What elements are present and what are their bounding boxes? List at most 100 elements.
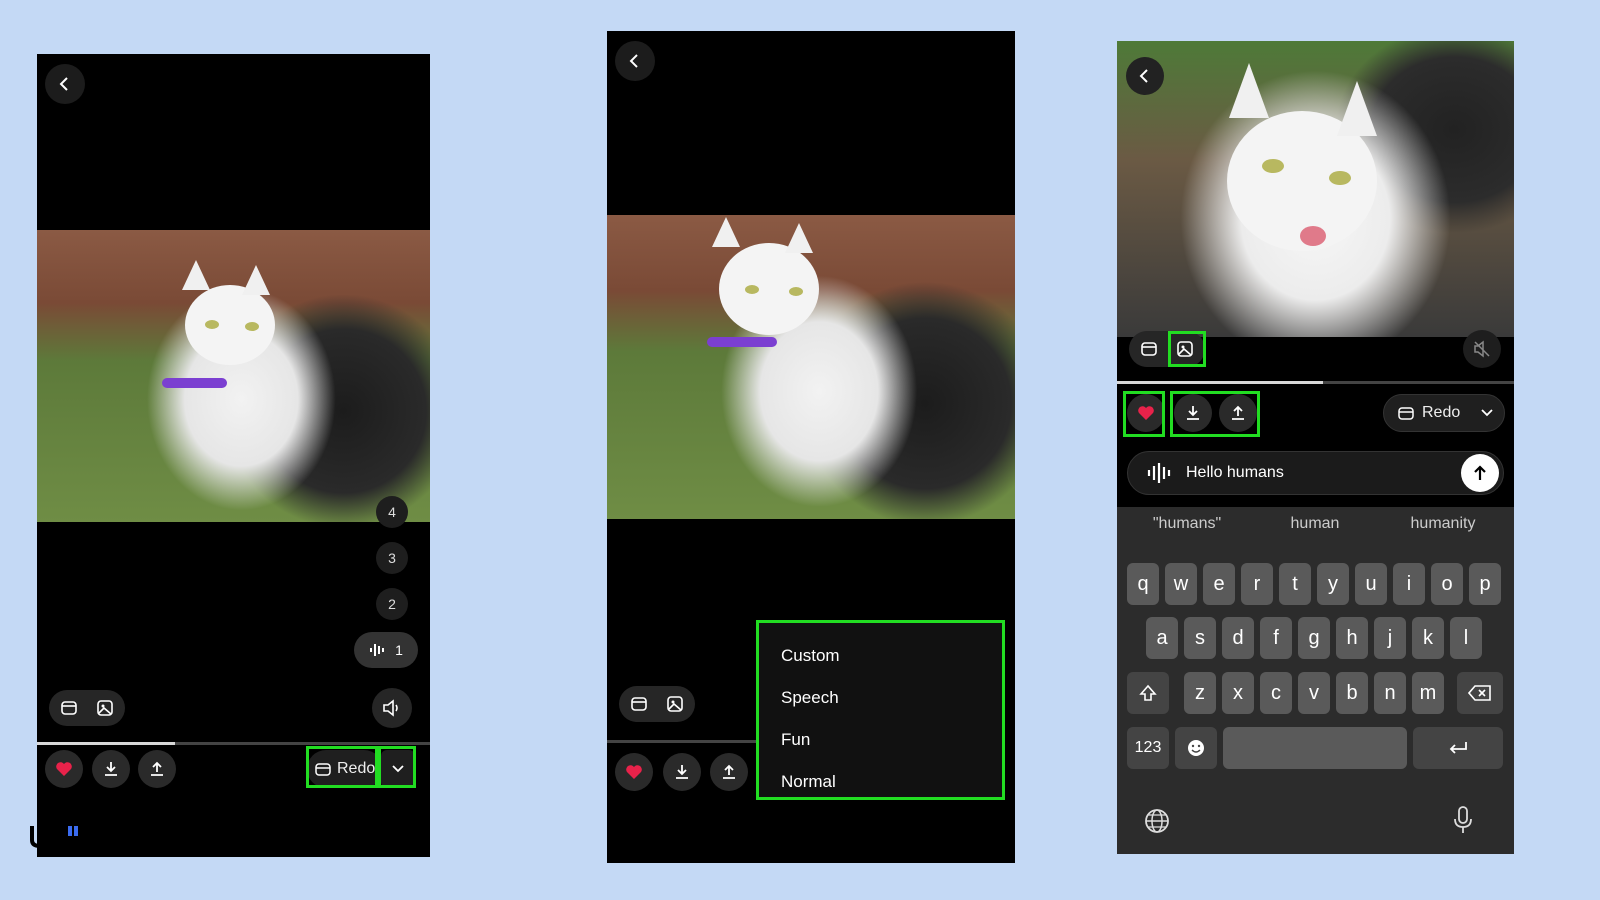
shift-icon	[1139, 684, 1157, 701]
phone-screen-3: Redo Hello humans "humans" human humanit…	[1117, 41, 1514, 854]
prompt-input[interactable]: Hello humans	[1127, 451, 1504, 495]
menu-item-fun[interactable]: Fun	[781, 719, 980, 761]
voice-option-1[interactable]: 1	[354, 632, 418, 668]
waveform-icon	[370, 644, 385, 656]
clip-icon[interactable]	[630, 695, 648, 713]
share-button[interactable]	[138, 750, 176, 788]
number-badge-4[interactable]: 4	[376, 496, 408, 528]
key-a[interactable]: a	[1146, 617, 1178, 659]
emoji-key[interactable]	[1175, 727, 1217, 769]
backspace-key[interactable]	[1457, 672, 1503, 714]
key-r[interactable]: r	[1241, 563, 1273, 605]
key-n[interactable]: n	[1374, 672, 1406, 714]
key-g[interactable]: g	[1298, 617, 1330, 659]
send-button[interactable]	[1461, 454, 1499, 492]
number-badge-2[interactable]: 2	[376, 588, 408, 620]
menu-item-normal[interactable]: Normal	[781, 761, 980, 803]
key-h[interactable]: h	[1336, 617, 1368, 659]
key-m[interactable]: m	[1412, 672, 1444, 714]
redo-button[interactable]: Redo	[1383, 394, 1505, 432]
key-u[interactable]: u	[1355, 563, 1387, 605]
site-logo	[30, 822, 90, 858]
cat-collar	[707, 337, 777, 347]
key-v[interactable]: v	[1298, 672, 1330, 714]
cat-mouth	[1300, 226, 1326, 246]
cat-photo	[1117, 41, 1514, 337]
download-button[interactable]	[92, 750, 130, 788]
dropdown-highlight-box	[378, 746, 416, 788]
menu-item-speech[interactable]: Speech	[781, 677, 980, 719]
chevron-down-icon[interactable]	[1480, 408, 1494, 418]
redo-label: Redo	[1422, 404, 1461, 421]
suggestion-3[interactable]: humanity	[1383, 515, 1503, 533]
globe-icon[interactable]	[1143, 807, 1171, 835]
image-icon[interactable]	[666, 695, 684, 713]
back-chevron-icon	[629, 54, 638, 68]
mic-icon[interactable]	[1452, 805, 1474, 835]
key-p[interactable]: p	[1469, 563, 1501, 605]
clip-icon[interactable]	[1140, 340, 1158, 358]
sound-button[interactable]	[372, 688, 412, 728]
phone-screen-2: Custom Speech Fun Normal	[607, 31, 1015, 863]
share-button[interactable]	[710, 753, 748, 791]
key-t[interactable]: t	[1279, 563, 1311, 605]
cat-photo	[607, 215, 1015, 519]
download-button[interactable]	[663, 753, 701, 791]
heart-icon	[56, 762, 72, 776]
back-chevron-icon	[59, 77, 68, 91]
logo-mark	[30, 826, 78, 849]
like-highlight-box	[1123, 391, 1165, 437]
key-d[interactable]: d	[1222, 617, 1254, 659]
key-o[interactable]: o	[1431, 563, 1463, 605]
emoji-icon	[1188, 740, 1204, 756]
key-s[interactable]: s	[1184, 617, 1216, 659]
progress-bar[interactable]	[37, 742, 430, 745]
key-i[interactable]: i	[1393, 563, 1425, 605]
numbers-key[interactable]: 123	[1127, 727, 1169, 769]
prompt-input-text: Hello humans	[1186, 464, 1284, 481]
speaker-icon	[383, 699, 398, 717]
key-y[interactable]: y	[1317, 563, 1349, 605]
key-e[interactable]: e	[1203, 563, 1235, 605]
like-button[interactable]	[45, 750, 83, 788]
on-screen-keyboard: "humans" human humanity qwertyuiop asdfg…	[1117, 507, 1514, 854]
media-toggle-pill	[49, 690, 125, 726]
image-highlight-box	[1168, 331, 1206, 367]
return-icon	[1449, 742, 1467, 754]
suggestion-1[interactable]: "humans"	[1127, 515, 1247, 533]
progress-bar[interactable]	[1117, 381, 1514, 384]
progress-fill	[1117, 381, 1324, 384]
shift-key[interactable]	[1127, 672, 1169, 714]
space-key[interactable]	[1223, 727, 1407, 769]
return-key[interactable]	[1413, 727, 1503, 769]
share-icon	[723, 764, 735, 779]
key-q[interactable]: q	[1127, 563, 1159, 605]
back-button[interactable]	[1126, 57, 1164, 95]
key-x[interactable]: x	[1222, 672, 1254, 714]
image-icon[interactable]	[96, 699, 114, 717]
send-arrow-icon	[1474, 465, 1486, 480]
key-l[interactable]: l	[1450, 617, 1482, 659]
heart-icon	[626, 765, 642, 779]
share-icon	[151, 761, 163, 776]
suggestion-2[interactable]: human	[1255, 515, 1375, 533]
progress-bar[interactable]	[607, 740, 757, 743]
cat-photo	[37, 230, 430, 522]
redo-icon	[1398, 407, 1414, 420]
key-z[interactable]: z	[1184, 672, 1216, 714]
key-k[interactable]: k	[1412, 617, 1444, 659]
key-b[interactable]: b	[1336, 672, 1368, 714]
mute-button[interactable]	[1463, 330, 1501, 368]
menu-item-custom[interactable]: Custom	[781, 635, 980, 677]
like-button[interactable]	[615, 753, 653, 791]
clip-icon[interactable]	[60, 699, 78, 717]
key-c[interactable]: c	[1260, 672, 1292, 714]
back-button[interactable]	[45, 64, 85, 104]
key-w[interactable]: w	[1165, 563, 1197, 605]
waveform-icon	[1147, 463, 1171, 483]
back-button[interactable]	[615, 41, 655, 81]
number-badge-3[interactable]: 3	[376, 542, 408, 574]
voice-option-number: 1	[395, 642, 403, 658]
key-f[interactable]: f	[1260, 617, 1292, 659]
key-j[interactable]: j	[1374, 617, 1406, 659]
